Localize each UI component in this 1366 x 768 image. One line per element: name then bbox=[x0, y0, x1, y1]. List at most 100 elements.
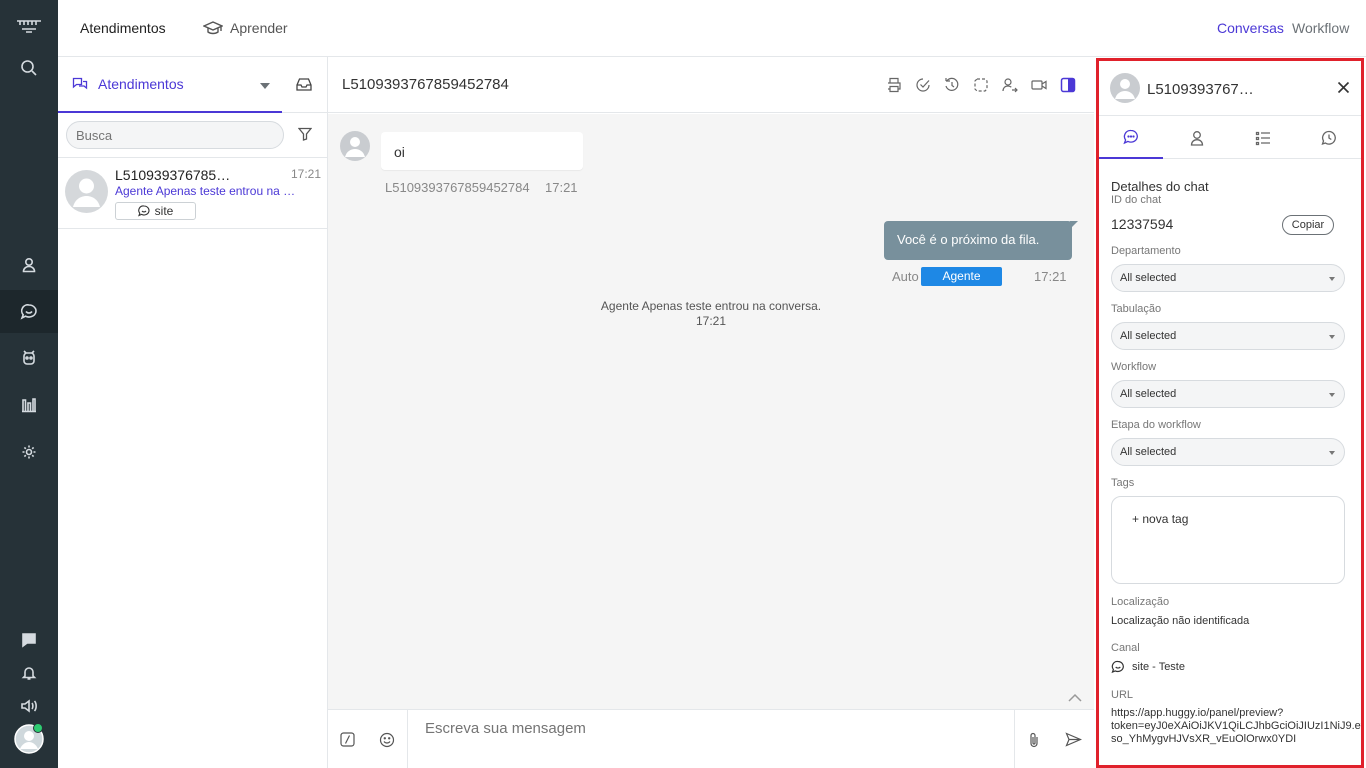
contact-avatar bbox=[340, 131, 370, 164]
conversation-list-panel: Atendimentos L510939376785… 17:21 Agente… bbox=[58, 57, 328, 768]
departamento-label: Departamento bbox=[1111, 245, 1181, 257]
checklist-icon bbox=[1255, 131, 1270, 146]
online-status-dot bbox=[33, 723, 43, 733]
tabulacao-label: Tabulação bbox=[1111, 303, 1162, 315]
reports-icon[interactable] bbox=[0, 385, 58, 425]
workflow-select[interactable]: All selected bbox=[1111, 380, 1345, 408]
left-rail bbox=[0, 0, 58, 768]
localizacao-value: Localização não identificada bbox=[1111, 615, 1250, 627]
tab-atendimentos[interactable]: Atendimentos bbox=[80, 20, 166, 36]
url-line-3: so_YhMygvHJVsXR_vEuOlOrwx0YDI bbox=[1111, 733, 1297, 745]
outgoing-message: Você é o próximo da fila. bbox=[884, 221, 1078, 260]
nav-conversas[interactable]: Conversas bbox=[1217, 20, 1284, 36]
finish-chat-icon[interactable] bbox=[913, 75, 933, 95]
message-list: oi L5109393767859452784 17:21 Você é o p… bbox=[328, 114, 1094, 709]
chat-bubble-icon bbox=[1123, 129, 1138, 145]
chat-details-panel: L5109393767… Detalhes do chat ID do chat… bbox=[1096, 58, 1364, 768]
tab-history[interactable] bbox=[1297, 117, 1361, 159]
search-input[interactable] bbox=[66, 121, 284, 149]
url-line-1: https://app.huggy.io/panel/preview? bbox=[1111, 707, 1284, 719]
transfer-icon[interactable] bbox=[971, 75, 991, 95]
details-header: L5109393767… bbox=[1099, 61, 1361, 116]
chat-channel-icon bbox=[1111, 660, 1124, 674]
chat-title: L5109393767859452784 bbox=[342, 76, 509, 93]
url-label: URL bbox=[1111, 689, 1134, 701]
top-bar: Atendimentos Aprender Conversas Workflow bbox=[58, 0, 1366, 57]
logo-icon[interactable] bbox=[0, 6, 58, 46]
chat-header: L5109393767859452784 bbox=[328, 57, 1094, 113]
chat-panel: L5109393767859452784 oi L510939376785945… bbox=[328, 57, 1094, 768]
details-contact-name: L5109393767… bbox=[1147, 81, 1254, 98]
system-message-time: 17:21 bbox=[695, 314, 727, 328]
etapa-label: Etapa do workflow bbox=[1111, 419, 1201, 431]
url-value[interactable]: https://app.huggy.io/panel/preview? toke… bbox=[1111, 707, 1361, 746]
conversation-name: L510939376785… bbox=[115, 167, 231, 183]
shortcut-icon[interactable] bbox=[340, 732, 355, 750]
conversation-time: 17:21 bbox=[291, 167, 322, 181]
print-icon[interactable] bbox=[884, 75, 904, 95]
agent-badge: Agente bbox=[921, 267, 1002, 286]
contact-avatar bbox=[65, 170, 108, 216]
bot-icon[interactable] bbox=[0, 338, 58, 378]
composer-right-tools bbox=[1014, 710, 1094, 768]
copy-button[interactable]: Copiar bbox=[1282, 215, 1334, 235]
app: Atendimentos Aprender Conversas Workflow… bbox=[0, 0, 1366, 768]
attach-icon[interactable] bbox=[1027, 732, 1041, 751]
tab-chat-details[interactable] bbox=[1099, 117, 1163, 159]
contact-avatar bbox=[1110, 73, 1140, 106]
emoji-icon[interactable] bbox=[379, 732, 395, 751]
tab-checklist[interactable] bbox=[1231, 117, 1295, 159]
auto-label: Auto bbox=[892, 269, 919, 284]
composer-left-tools bbox=[328, 710, 408, 768]
canal-value-text: site - Teste bbox=[1132, 661, 1185, 673]
workflow-label: Workflow bbox=[1111, 361, 1157, 373]
user-avatar[interactable] bbox=[14, 723, 44, 754]
filter-icon[interactable] bbox=[297, 127, 313, 144]
toggle-sidebar-icon[interactable] bbox=[1058, 75, 1078, 95]
settings-icon[interactable] bbox=[0, 432, 58, 472]
canal-value: site - Teste bbox=[1111, 660, 1185, 674]
details-tabs bbox=[1099, 117, 1361, 159]
details-section-title: Detalhes do chat bbox=[1111, 179, 1209, 194]
conversation-list-header: Atendimentos bbox=[58, 57, 327, 113]
tabulacao-select[interactable]: All selected bbox=[1111, 322, 1345, 350]
contacts-icon[interactable] bbox=[0, 245, 58, 285]
message-input[interactable] bbox=[425, 718, 985, 738]
chat-id-value: 12337594 bbox=[1111, 216, 1174, 232]
conversation-preview: Agente Apenas teste entrou na conv… bbox=[115, 184, 301, 198]
video-call-icon[interactable] bbox=[1029, 75, 1049, 95]
message-sender: L5109393767859452784 bbox=[385, 180, 530, 195]
new-tag-button[interactable]: + nova tag bbox=[1132, 512, 1188, 526]
channel-badge-label: site bbox=[154, 204, 174, 218]
inbox-icon[interactable] bbox=[296, 77, 312, 94]
chats-icon[interactable] bbox=[0, 290, 58, 333]
history-icon[interactable] bbox=[942, 75, 962, 95]
composer bbox=[328, 709, 1094, 768]
tab-aprender-label: Aprender bbox=[230, 20, 288, 36]
tab-contact[interactable] bbox=[1165, 117, 1229, 159]
channel-badge: site bbox=[115, 202, 196, 220]
graduation-cap-icon bbox=[203, 21, 223, 35]
departamento-select[interactable]: All selected bbox=[1111, 264, 1345, 292]
nav-workflow[interactable]: Workflow bbox=[1292, 20, 1349, 36]
localizacao-label: Localização bbox=[1111, 596, 1170, 608]
chevron-up-icon[interactable] bbox=[1067, 691, 1083, 706]
chat-toolbar bbox=[884, 75, 1078, 95]
atendimentos-selector[interactable]: Atendimentos bbox=[58, 57, 282, 113]
conversation-item[interactable]: L510939376785… 17:21 Agente Apenas teste… bbox=[58, 157, 327, 229]
etapa-select[interactable]: All selected bbox=[1111, 438, 1345, 466]
send-icon[interactable] bbox=[1065, 732, 1083, 750]
user-icon bbox=[1190, 131, 1204, 146]
close-icon[interactable] bbox=[1337, 81, 1350, 97]
system-message: Agente Apenas teste entrou na conversa. … bbox=[328, 299, 1094, 329]
tags-label: Tags bbox=[1111, 477, 1135, 489]
tags-box: + nova tag bbox=[1111, 496, 1345, 584]
sound-icon[interactable] bbox=[0, 686, 58, 726]
chevron-down-icon[interactable] bbox=[260, 83, 270, 89]
search-icon[interactable] bbox=[0, 48, 58, 88]
tab-aprender[interactable]: Aprender bbox=[203, 20, 288, 36]
chat-id-label: ID do chat bbox=[1111, 194, 1162, 206]
incoming-message: oi bbox=[381, 132, 583, 170]
assign-agent-icon[interactable] bbox=[1000, 75, 1020, 95]
chat-channel-icon bbox=[137, 205, 150, 217]
